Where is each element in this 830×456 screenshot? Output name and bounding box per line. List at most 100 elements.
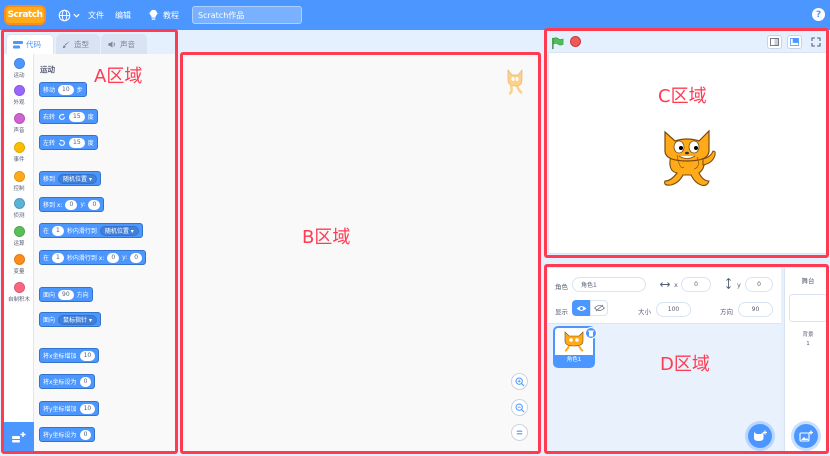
category-events[interactable]: 事件 — [4, 142, 34, 163]
category-dot — [13, 142, 25, 153]
tutorials-menu[interactable]: 教程 — [148, 0, 179, 30]
zoom-out-button[interactable] — [511, 399, 528, 416]
category-operators[interactable]: 运算 — [4, 226, 34, 247]
block-goto[interactable]: 移到 随机位置 ▾ — [39, 171, 101, 186]
block-turn-right[interactable]: 右转 15 度 — [39, 109, 98, 124]
y-label: y — [737, 281, 741, 289]
block-glide-xy[interactable]: 在 1 秒内滑行到 x: 0 y: 0 — [39, 250, 147, 265]
add-extension-button[interactable] — [4, 422, 34, 452]
trash-icon — [588, 330, 594, 336]
sprite-thumb-cat — [564, 331, 584, 352]
category-looks[interactable]: 外观 — [4, 85, 34, 106]
edit-menu[interactable]: 编辑 — [115, 0, 131, 30]
direction-label: 方向 — [720, 308, 733, 316]
stop-button[interactable] — [570, 36, 581, 47]
block-input[interactable]: 0 — [65, 199, 78, 210]
scratch-cat-sprite[interactable] — [657, 127, 717, 191]
eye-slash-icon — [593, 304, 605, 312]
rotate-left-icon — [59, 138, 65, 146]
sprite-name-input[interactable] — [572, 277, 646, 292]
tab-code[interactable]: 代码 — [6, 34, 54, 54]
block-text: 将y坐标增加 — [43, 406, 77, 413]
region-a-label: A区域 — [94, 66, 143, 87]
paintbrush-icon — [62, 40, 71, 48]
zoom-reset-button[interactable] — [511, 424, 528, 441]
block-move-steps[interactable]: 移动 10 步 — [39, 82, 87, 97]
chevron-down-icon — [73, 13, 80, 18]
zoom-in-button[interactable] — [511, 373, 528, 390]
small-stage-button[interactable] — [767, 35, 782, 49]
scratch-logo[interactable]: Scratch — [4, 5, 46, 25]
block-input[interactable]: 10 — [58, 84, 74, 95]
x-input[interactable] — [681, 277, 711, 292]
block-set-x[interactable]: 将x坐标设为 0 — [39, 374, 96, 389]
block-input[interactable]: 0 — [107, 252, 120, 263]
show-label: 显示 — [555, 308, 568, 316]
file-menu[interactable]: 文件 — [88, 0, 104, 30]
project-title-input[interactable] — [192, 6, 302, 24]
delete-sprite-button[interactable] — [585, 327, 597, 339]
direction-input[interactable] — [738, 302, 773, 317]
block-dropdown[interactable]: 随机位置 ▾ — [58, 173, 97, 184]
zoom-out-icon — [515, 403, 525, 413]
block-input[interactable]: 1 — [52, 252, 64, 263]
category-dot — [13, 282, 25, 293]
block-text: 将y坐标设为 — [43, 432, 77, 439]
tab-sounds[interactable]: 声音 — [101, 34, 147, 54]
block-input[interactable]: 1 — [52, 225, 64, 236]
block-text: 面向 — [43, 292, 56, 299]
block-change-x[interactable]: 将x坐标增加 10 — [39, 348, 100, 363]
normal-stage-button[interactable] — [787, 35, 802, 49]
block-input[interactable]: 15 — [69, 111, 85, 122]
block-input[interactable]: 0 — [130, 252, 143, 263]
tab-code-label: 代码 — [26, 40, 41, 49]
hide-sprite-button[interactable] — [590, 300, 608, 316]
block-goto-xy[interactable]: 移到 x: 0 y: 0 — [39, 197, 105, 212]
category-label: 运算 — [13, 241, 25, 247]
category-control[interactable]: 控制 — [4, 171, 34, 192]
choose-sprite-button[interactable] — [748, 424, 772, 448]
block-text: 度 — [87, 140, 94, 147]
dropdown-value: 随机位置 — [63, 175, 88, 183]
block-input[interactable]: 90 — [58, 289, 74, 300]
block-glide[interactable]: 在 1 秒内滑行到 随机位置 ▾ — [39, 223, 143, 238]
block-dropdown[interactable]: 鼠标指针 ▾ — [58, 314, 97, 325]
sprite-thumbnail-name: 角色1 — [555, 355, 593, 366]
block-dropdown[interactable]: 随机位置 ▾ — [99, 225, 139, 236]
script-area[interactable] — [180, 54, 540, 452]
block-input[interactable]: 0 — [88, 199, 101, 210]
block-turn-left[interactable]: 左转 15 度 — [39, 135, 98, 150]
block-change-y[interactable]: 将y坐标增加 10 — [39, 401, 100, 416]
tab-costumes[interactable]: 造型 — [56, 34, 100, 54]
category-variables[interactable]: 变量 — [4, 254, 34, 275]
y-input[interactable] — [745, 277, 773, 292]
category-my-blocks[interactable]: 自制积木 — [4, 282, 34, 303]
sprite-label: 角色 — [555, 283, 568, 291]
globe-icon — [58, 9, 71, 21]
block-input[interactable]: 10 — [79, 350, 96, 361]
block-input[interactable]: 0 — [79, 429, 92, 440]
block-input[interactable]: 10 — [79, 403, 96, 414]
size-input[interactable] — [656, 302, 691, 317]
category-sound[interactable]: 声音 — [4, 113, 34, 134]
y-arrows-icon — [726, 278, 731, 289]
choose-backdrop-button[interactable] — [794, 424, 818, 448]
backdrop-thumbnail[interactable] — [789, 294, 827, 322]
category-dot — [13, 85, 25, 96]
help-icon[interactable]: ? — [812, 8, 825, 21]
block-text: 度 — [87, 114, 94, 121]
language-menu[interactable] — [58, 0, 80, 30]
block-input[interactable]: 15 — [69, 137, 85, 148]
category-sensing[interactable]: 侦测 — [4, 198, 34, 219]
block-set-y[interactable]: 将y坐标设为 0 — [39, 427, 96, 442]
block-point-direction[interactable]: 面向 90 方向 — [39, 287, 93, 302]
block-text: 将x坐标设为 — [43, 379, 77, 386]
category-motion[interactable]: 运动 — [4, 58, 34, 79]
category-label: 侦测 — [13, 213, 25, 219]
block-text: 在 — [43, 228, 50, 235]
block-point-towards[interactable]: 面向 鼠标指针 ▾ — [39, 312, 101, 327]
block-text: 左转 — [43, 140, 56, 147]
show-sprite-button[interactable] — [572, 300, 590, 316]
fullscreen-button[interactable] — [808, 35, 823, 49]
block-input[interactable]: 0 — [79, 376, 92, 387]
